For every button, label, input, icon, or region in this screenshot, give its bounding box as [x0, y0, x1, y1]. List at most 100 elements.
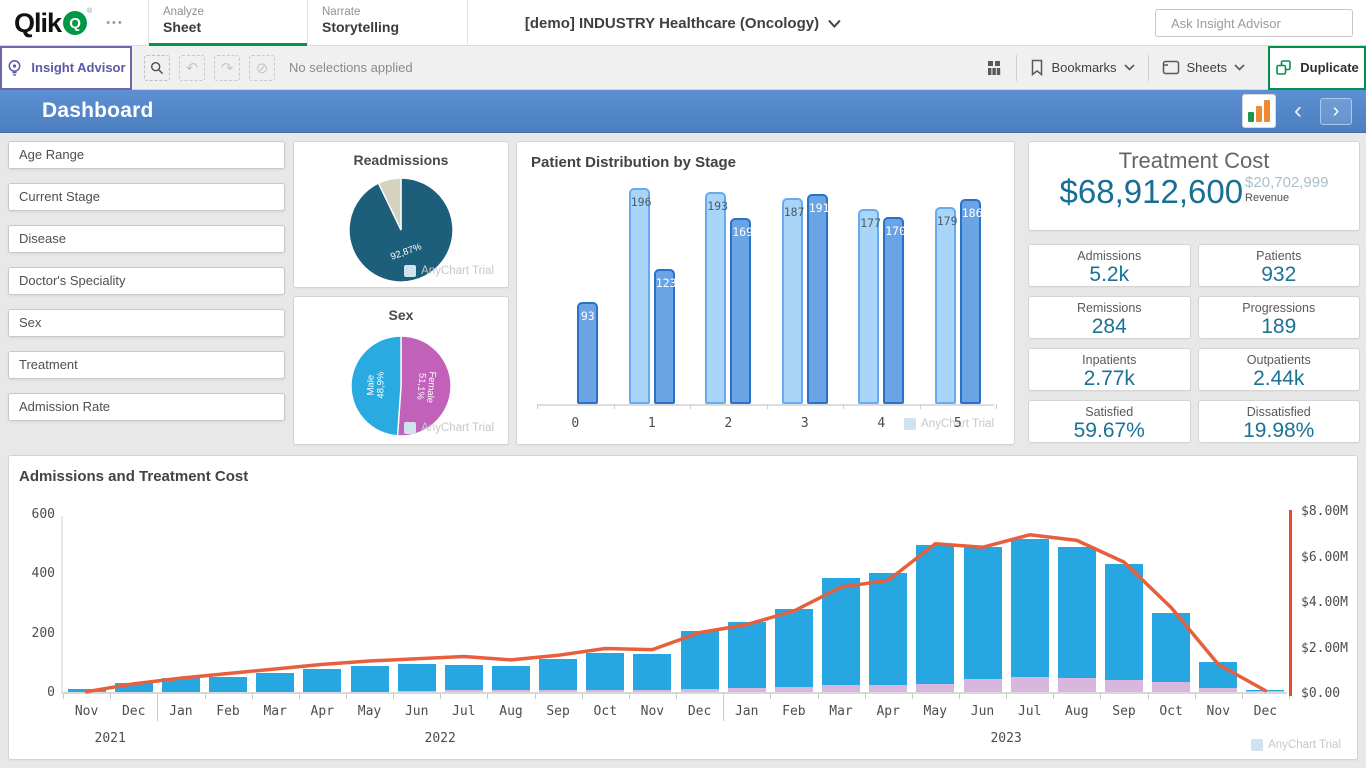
filter-sex[interactable]: Sex: [8, 309, 285, 337]
stage-bar-3-series-b[interactable]: 191: [807, 194, 828, 404]
app-title-dropdown[interactable]: [demo] INDUSTRY Healthcare (Oncology): [525, 0, 841, 46]
tab-narrate-storytelling[interactable]: Narrate Storytelling: [308, 0, 468, 46]
month-label: Jan: [159, 704, 203, 719]
selection-tools: ↶ ↷ ⊘: [144, 55, 275, 81]
pie-slice-label: Male48,9%: [366, 371, 387, 398]
next-sheet-button[interactable]: ›: [1320, 98, 1352, 125]
tab-top-label: Narrate: [322, 6, 467, 18]
stage-bar-4-series-a[interactable]: 177: [858, 209, 879, 404]
axis-tick: [676, 694, 677, 699]
bar-value-label: 170: [885, 224, 902, 238]
duplicate-button[interactable]: Duplicate: [1268, 46, 1366, 90]
axis-tick: [299, 694, 300, 699]
mini-bar-orange: [1256, 106, 1262, 122]
axis-tick: [767, 404, 768, 409]
anychart-watermark: AnyChart Trial: [1251, 739, 1341, 751]
stage-axis-label-3: 3: [785, 416, 825, 431]
month-label: Mar: [253, 704, 297, 719]
axis-tick: [1148, 694, 1149, 699]
axis-tick: [582, 694, 583, 699]
month-label: Jan: [725, 704, 769, 719]
app-objects-button[interactable]: [972, 46, 1016, 90]
stage-bar-4-series-b[interactable]: 170: [883, 217, 904, 404]
kpi-label: Inpatients: [1029, 353, 1190, 367]
bar-value-label: 179: [937, 214, 954, 228]
kpi-value: 189: [1199, 315, 1360, 339]
month-label: Sep: [536, 704, 580, 719]
tab-analyze-sheet[interactable]: Analyze Sheet: [148, 0, 308, 46]
qlik-app-window: Qlik Q ® ••• Analyze Sheet Narrate Story…: [0, 0, 1366, 768]
undo-selection-icon[interactable]: ↶: [179, 55, 205, 81]
month-label: Mar: [819, 704, 863, 719]
stage-bar-chart[interactable]: 93 196 123 193169 187191 177 170 179 186: [537, 182, 994, 406]
sheet-title: Dashboard: [42, 99, 154, 123]
month-label: Jun: [395, 704, 439, 719]
stage-bar-1-series-b[interactable]: 123: [654, 269, 675, 404]
redo-selection-icon[interactable]: ↷: [214, 55, 240, 81]
axis-tick: [110, 694, 111, 699]
year-separator: [723, 694, 724, 721]
kpi-value: 19.98%: [1199, 419, 1360, 443]
kpi-value: 5.2k: [1029, 263, 1190, 287]
stage-bar-5-series-b[interactable]: 186: [960, 199, 981, 404]
grid-icon: [985, 59, 1003, 77]
stage-bar-5-series-a[interactable]: 179: [935, 207, 956, 404]
previous-sheet-button[interactable]: ‹: [1290, 99, 1306, 123]
search-input[interactable]: [1171, 16, 1347, 31]
axis-tick: [1006, 694, 1007, 699]
stage-bar-1-series-a[interactable]: 196: [629, 188, 650, 404]
selections-search-icon[interactable]: [144, 55, 170, 81]
kpi-value: 59.67%: [1029, 419, 1190, 443]
stage-bar-2-series-a[interactable]: 193: [705, 192, 726, 404]
insight-advisor-button[interactable]: Insight Advisor: [0, 46, 132, 90]
filter-treatment[interactable]: Treatment: [8, 351, 285, 379]
sheet-grid: Age Range Current Stage Disease Doctor's Sp…: [0, 133, 1366, 768]
month-label: Dec: [678, 704, 722, 719]
tab-top-label: Analyze: [163, 6, 307, 18]
month-label: Feb: [772, 704, 816, 719]
bar-value-label: 177: [860, 216, 877, 230]
insight-advisor-label: Insight Advisor: [31, 60, 125, 75]
axis-tick: [440, 694, 441, 699]
filter-doctor-s-speciality[interactable]: Doctor's Speciality: [8, 267, 285, 295]
filter-current-stage[interactable]: Current Stage: [8, 183, 285, 211]
sheets-button[interactable]: Sheets: [1149, 46, 1258, 90]
axis-tick: [205, 694, 206, 699]
filter-panel: Age Range Current Stage Disease Doctor's Sp…: [8, 141, 285, 435]
axis-tick: [959, 694, 960, 699]
stage-bar-0-series-b[interactable]: 93: [577, 302, 598, 404]
kpi-admissions: Admissions5.2k: [1028, 244, 1191, 287]
insight-advisor-search[interactable]: [1155, 9, 1353, 37]
axis-tick: [537, 404, 538, 409]
filter-disease[interactable]: Disease: [8, 225, 285, 253]
right-axis-label-2: $2.00M: [1301, 641, 1361, 656]
month-label: Apr: [300, 704, 344, 719]
bookmarks-button[interactable]: Bookmarks: [1017, 46, 1147, 90]
kpi-value: 2.77k: [1029, 367, 1190, 391]
more-menu-button[interactable]: •••: [106, 17, 124, 29]
bar-value-label: 196: [631, 195, 648, 209]
treatment-cost-line[interactable]: [63, 516, 1289, 694]
qlik-logo[interactable]: Qlik: [14, 8, 61, 39]
year-label-2023: 2023: [976, 731, 1036, 746]
no-selections-text: No selections applied: [289, 60, 413, 75]
kpi-label: Outpatients: [1199, 353, 1360, 367]
pie-slice-label: Female51,1%: [414, 370, 438, 403]
selections-toolbar: Insight Advisor ↶ ↷ ⊘ No selections appl…: [0, 46, 1366, 90]
kpi-value: 284: [1029, 315, 1190, 339]
anychart-watermark: AnyChart Trial: [404, 422, 494, 434]
axis-tick: [843, 404, 844, 409]
filter-age-range[interactable]: Age Range: [8, 141, 285, 169]
combo-chart-plot[interactable]: NovDecJanFebMarAprMayJunJulAugSepOctNovD…: [61, 516, 1287, 694]
stage-bar-3-series-a[interactable]: 187: [782, 198, 803, 404]
month-label: Nov: [65, 704, 109, 719]
month-label: Apr: [866, 704, 910, 719]
filter-admission-rate[interactable]: Admission Rate: [8, 393, 285, 421]
clear-selections-icon[interactable]: ⊘: [249, 55, 275, 81]
sheet-thumbnail-button[interactable]: [1242, 94, 1276, 128]
stage-bar-2-series-b[interactable]: 169: [730, 218, 751, 404]
kpi-label: Admissions: [1029, 249, 1190, 263]
axis-tick: [393, 694, 394, 699]
tab-bottom-label: Storytelling: [322, 19, 467, 35]
stage-axis-label-1: 1: [632, 416, 672, 431]
